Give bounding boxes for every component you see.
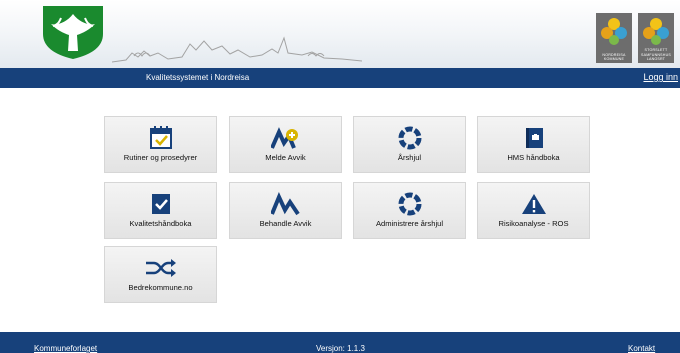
top-bar: Kvalitetssystemet i Nordreisa Logg inn <box>0 68 680 88</box>
wave-chart-icon <box>270 192 300 216</box>
tile-risk-analysis[interactable]: Risikoanalyse - ROS <box>477 182 590 239</box>
tile-report-deviation[interactable]: Melde Avvik <box>229 116 342 173</box>
kommuneforlaget-link[interactable]: Kommuneforlaget <box>34 344 97 353</box>
chart-plus-icon <box>270 127 298 149</box>
flower-logo-icon <box>643 18 669 45</box>
skyline-illustration <box>112 36 362 63</box>
logo-text: NORDREISA KOMMUNE <box>602 52 626 61</box>
calendar-check-icon <box>149 126 172 149</box>
municipality-logo: NORDREISA KOMMUNE <box>596 13 632 63</box>
footer: Kommuneforlaget Versjon: 1.1.3 Kontakt <box>0 332 680 353</box>
tile-quality-handbook[interactable]: Kvalitetshåndboka <box>104 182 217 239</box>
header: NORDREISA KOMMUNE STORSLETT SAMFUNNSHUS … <box>0 0 680 68</box>
handbook-icon <box>525 128 543 148</box>
tile-admin-year-wheel[interactable]: Administrere årshjul <box>353 182 466 239</box>
year-wheel-icon <box>398 126 421 150</box>
tile-label: Behandle Avvik <box>259 219 312 228</box>
contact-link[interactable]: Kontakt <box>628 344 655 353</box>
tile-label: Melde Avvik <box>265 153 306 162</box>
tile-handle-deviation[interactable]: Behandle Avvik <box>229 182 342 239</box>
tile-label: Kvalitetshåndboka <box>129 219 192 228</box>
tile-label: HMS håndboka <box>507 153 560 162</box>
tile-label: Bedrekommune.no <box>128 283 193 292</box>
tile-label: Risikoanalyse - ROS <box>498 219 569 228</box>
version-text: Versjon: 1.1.3 <box>316 344 365 353</box>
partner-logo: STORSLETT SAMFUNNSHUS LANGSRT <box>638 13 674 63</box>
tile-bedrekommune[interactable]: Bedrekommune.no <box>104 246 217 303</box>
logo-text: STORSLETT SAMFUNNSHUS LANGSRT <box>641 48 671 61</box>
year-wheel-icon <box>398 192 421 216</box>
tile-label: Årshjul <box>397 153 422 162</box>
book-check-icon <box>151 194 170 214</box>
system-title: Kvalitetssystemet i Nordreisa <box>146 73 250 82</box>
tile-year-wheel[interactable]: Årshjul <box>353 116 466 173</box>
tile-hms-handbook[interactable]: HMS håndboka <box>477 116 590 173</box>
tile-routines[interactable]: Rutiner og prosedyrer <box>104 116 217 173</box>
flower-logo-icon <box>601 18 627 45</box>
login-link[interactable]: Logg inn <box>643 72 678 82</box>
warning-icon <box>521 194 546 214</box>
tile-label: Rutiner og prosedyrer <box>123 153 198 162</box>
shuffle-icon <box>145 259 176 277</box>
coat-of-arms-icon <box>43 6 103 59</box>
tile-label: Administrere årshjul <box>375 219 444 228</box>
